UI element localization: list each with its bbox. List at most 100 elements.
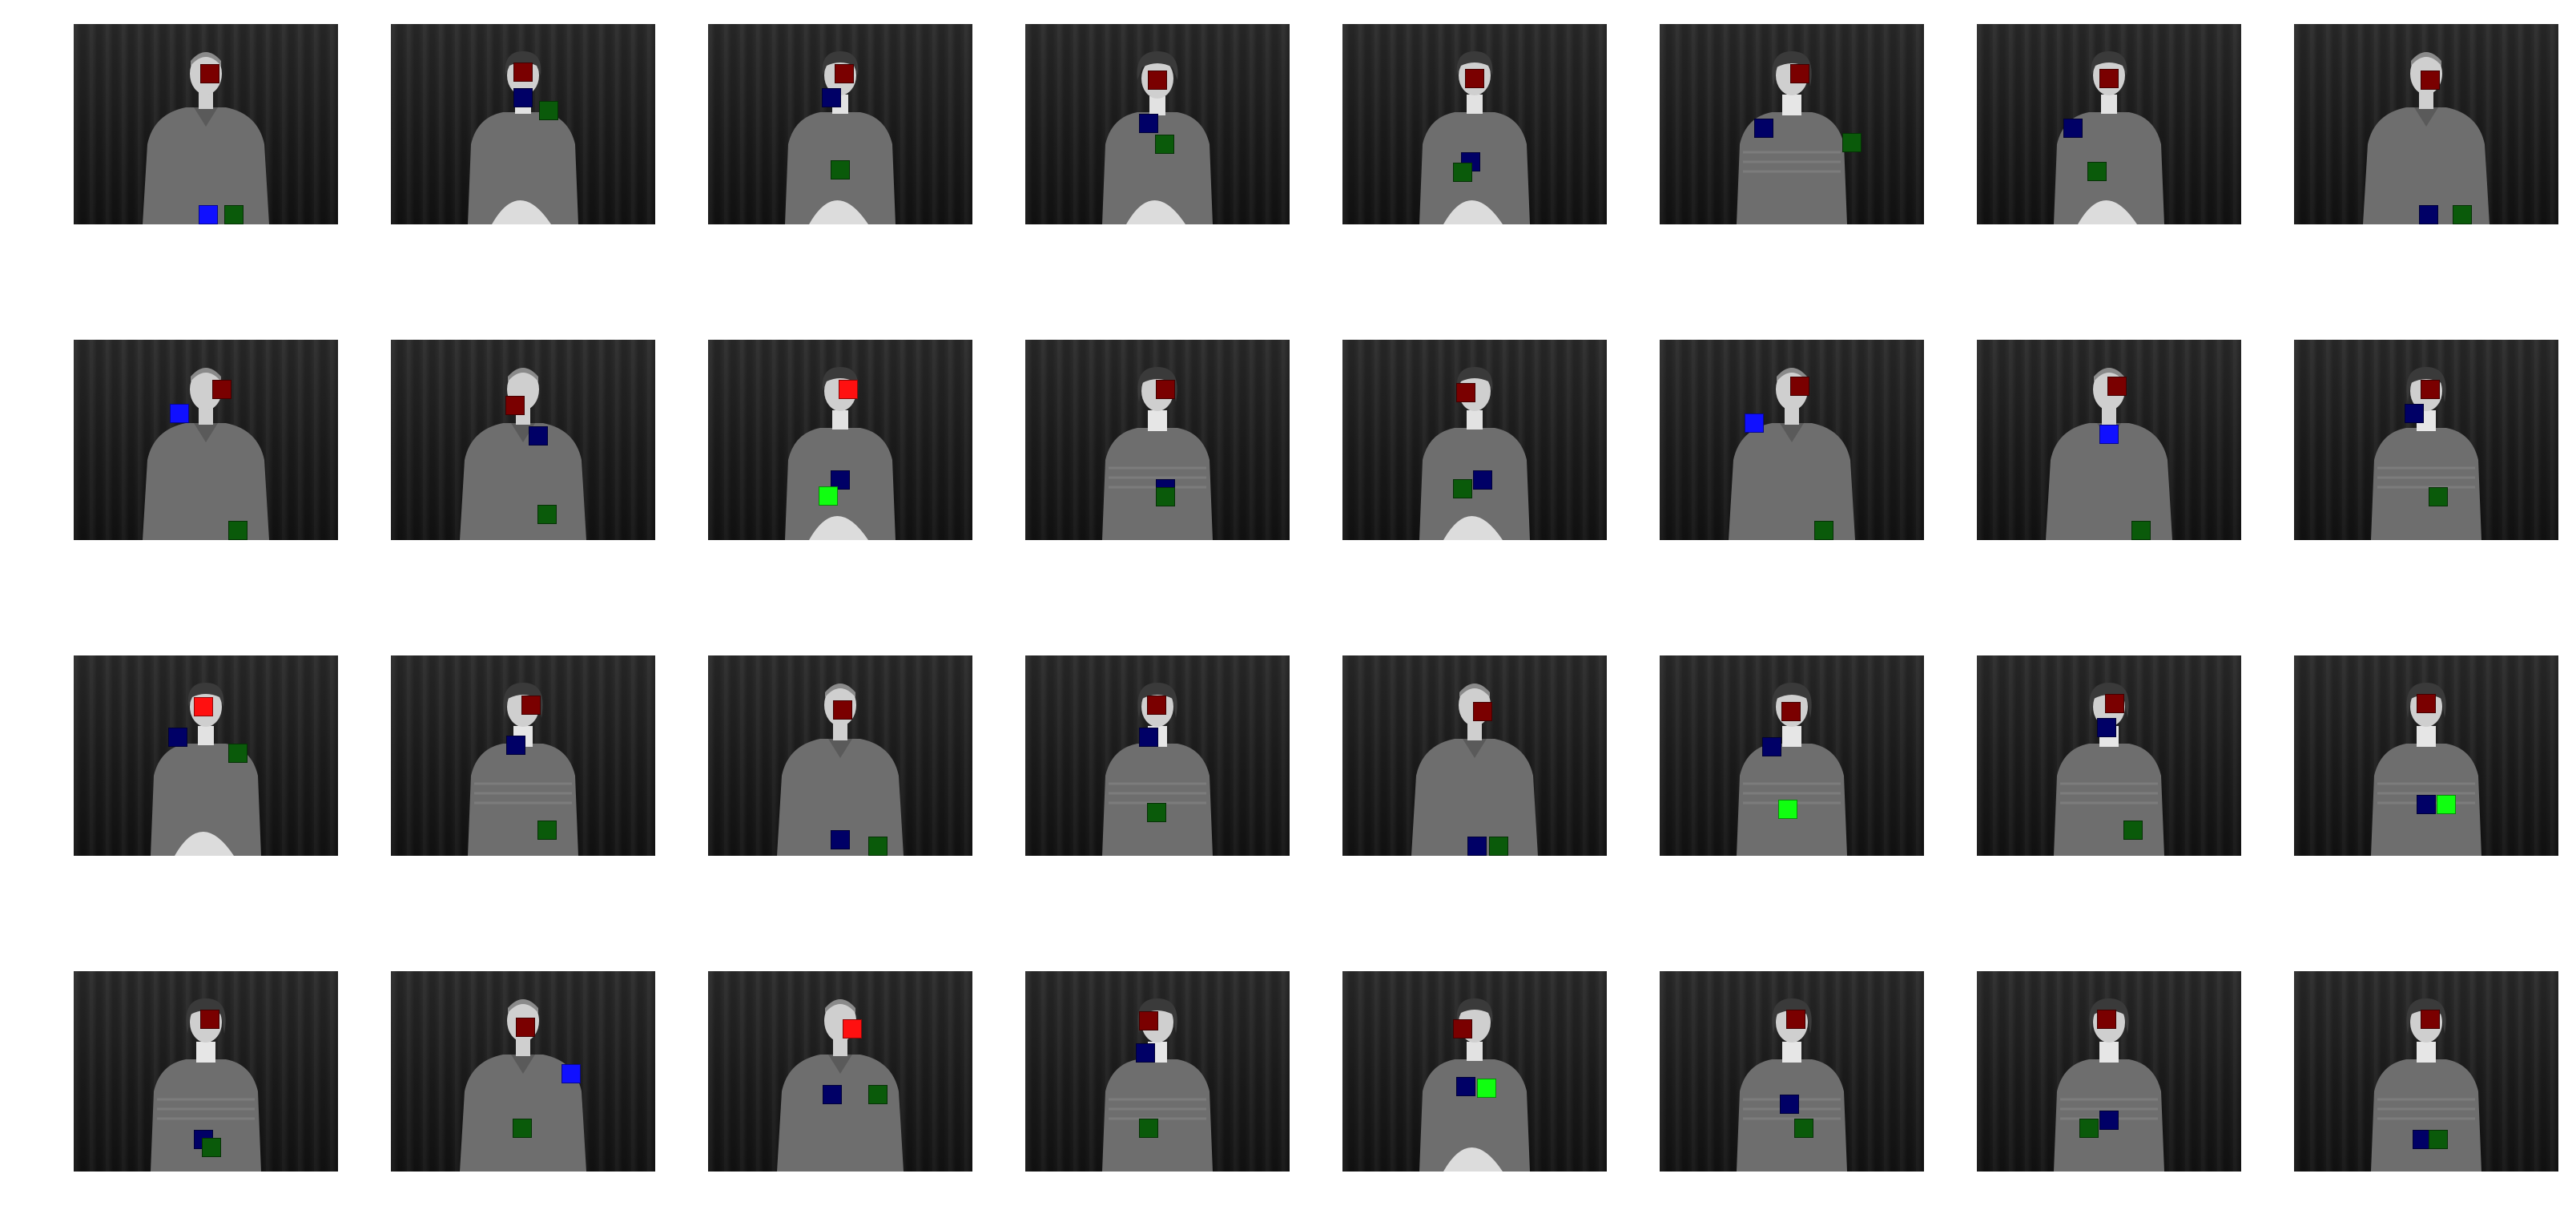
left-hand-marker [539, 101, 558, 120]
signer-frame [1660, 971, 1924, 1172]
right-hand-marker [2419, 205, 2438, 224]
face-marker [1456, 383, 1475, 402]
right-hand-marker [1467, 837, 1487, 856]
right-hand-marker [1456, 1077, 1475, 1096]
signer-frame [1977, 24, 2241, 224]
left-hand-marker [537, 505, 557, 524]
face-marker [2421, 380, 2440, 399]
face-marker [516, 1018, 535, 1037]
signer-frame [1660, 655, 1924, 856]
right-hand-marker [2405, 404, 2424, 423]
left-hand-marker [1814, 521, 1833, 540]
face-marker [521, 696, 541, 715]
left-hand-marker [224, 205, 244, 224]
left-hand-marker [2429, 487, 2448, 506]
signer-frame [1660, 340, 1924, 540]
face-marker [1473, 702, 1492, 721]
face-marker [1465, 69, 1484, 88]
left-hand-marker [228, 521, 248, 540]
signer-frame [1025, 24, 1290, 224]
face-marker [1156, 380, 1175, 399]
right-hand-marker [823, 1085, 842, 1104]
right-hand-marker [513, 88, 533, 107]
left-hand-marker [2429, 1130, 2448, 1149]
face-marker [835, 64, 854, 83]
face-marker [200, 64, 219, 83]
face-marker [1453, 1019, 1472, 1038]
right-hand-marker [2097, 718, 2116, 737]
right-hand-marker [1139, 728, 1158, 747]
signer-frame [74, 340, 338, 540]
left-hand-marker [202, 1138, 221, 1157]
face-marker [2107, 377, 2127, 396]
face-marker [1139, 1011, 1158, 1030]
left-hand-marker [2123, 821, 2143, 840]
signer-frame [2294, 340, 2558, 540]
face-marker [2421, 71, 2440, 90]
signer-frame [2294, 655, 2558, 856]
right-hand-marker [2099, 1111, 2119, 1130]
face-marker [212, 380, 231, 399]
left-hand-marker [2079, 1119, 2099, 1138]
right-hand-marker [1780, 1095, 1799, 1114]
right-hand-marker [170, 404, 189, 423]
left-hand-marker [537, 821, 557, 840]
right-hand-marker [1762, 737, 1781, 756]
face-marker [2421, 1010, 2440, 1029]
right-hand-marker [2063, 119, 2083, 138]
face-marker [513, 63, 533, 82]
signer-frame [391, 655, 655, 856]
face-marker [1781, 702, 1801, 721]
signer-frame [2294, 971, 2558, 1172]
left-hand-marker [1489, 837, 1508, 856]
face-marker [2417, 694, 2436, 713]
left-hand-marker [1155, 135, 1174, 154]
signer-frame [708, 655, 972, 856]
signer-frame [74, 971, 338, 1172]
right-hand-marker [822, 88, 841, 107]
face-marker [839, 380, 858, 399]
left-hand-marker [831, 160, 850, 179]
signer-frame [1977, 340, 2241, 540]
left-hand-marker [868, 1085, 888, 1104]
left-hand-marker [2131, 521, 2151, 540]
left-hand-marker [513, 1119, 532, 1138]
right-hand-marker [529, 426, 548, 446]
right-hand-marker [2099, 425, 2119, 444]
face-marker [505, 396, 525, 415]
left-hand-marker [1453, 163, 1472, 182]
signer-frame [2294, 24, 2558, 224]
signer-frame [708, 24, 972, 224]
left-hand-marker [1453, 479, 1472, 498]
face-marker [1148, 71, 1167, 90]
face-marker [843, 1019, 862, 1038]
signer-frame [1342, 655, 1607, 856]
signer-frame [1342, 24, 1607, 224]
signer-frame [1342, 340, 1607, 540]
face-marker [833, 700, 852, 720]
signer-frame [74, 24, 338, 224]
left-hand-marker [2087, 162, 2107, 181]
signer-frame [1025, 971, 1290, 1172]
face-marker [1790, 377, 1809, 396]
face-marker [2105, 694, 2124, 713]
left-hand-marker [1139, 1119, 1158, 1138]
signer-frame [1977, 655, 2241, 856]
face-marker [2097, 1010, 2116, 1029]
right-hand-marker [1136, 1043, 1155, 1063]
left-hand-marker [868, 837, 888, 856]
right-hand-marker [1745, 413, 1764, 433]
right-hand-marker [168, 728, 187, 747]
signer-frame [1342, 971, 1607, 1172]
left-hand-marker [1794, 1119, 1813, 1138]
left-hand-marker [1842, 133, 1862, 152]
signer-frame [1025, 340, 1290, 540]
signer-frame [391, 971, 655, 1172]
left-hand-marker [1477, 1079, 1496, 1098]
signer-frame [708, 340, 972, 540]
left-hand-marker [228, 744, 248, 763]
left-hand-marker [2453, 205, 2472, 224]
right-hand-marker [506, 736, 525, 755]
right-hand-marker [1754, 119, 1773, 138]
right-hand-marker [1473, 470, 1492, 490]
